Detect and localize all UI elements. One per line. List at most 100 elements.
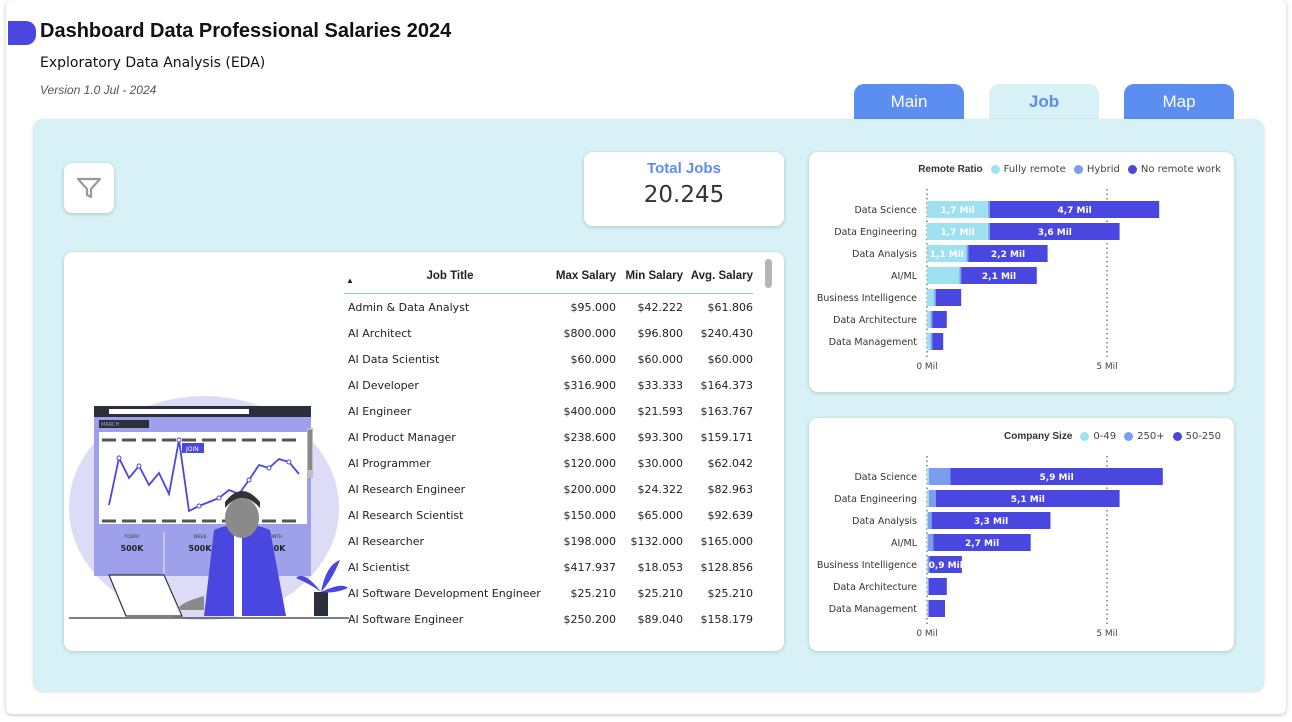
bar-segment xyxy=(934,289,936,306)
category-label: Business Intelligence xyxy=(817,560,917,571)
min-salary-cell: $33.333 xyxy=(637,378,684,392)
data-label: 4,7 Mil xyxy=(1057,206,1091,216)
max-salary-cell: $250.200 xyxy=(563,612,617,626)
table-row[interactable]: AI Developer $316.900 $33.333 $164.373 xyxy=(344,372,753,398)
bar-segment xyxy=(932,333,944,350)
max-salary-cell: $238.600 xyxy=(563,430,617,444)
data-label: 2,2 Mil xyxy=(991,250,1025,260)
avg-salary-cell: $240.430 xyxy=(700,326,754,340)
table-scrollbar[interactable] xyxy=(765,259,772,288)
job-title-cell: Admin & Data Analyst xyxy=(348,300,470,314)
bar-segment xyxy=(930,333,933,350)
category-label: AI/ML xyxy=(891,271,918,282)
title-accent xyxy=(8,21,36,45)
bar-segment xyxy=(927,490,929,507)
remote-ratio-card: Remote Ratio Fully remote Hybrid No remo… xyxy=(809,152,1234,392)
table-row[interactable]: AI Engineer $400.000 $21.593 $163.767 xyxy=(344,398,753,424)
table-row[interactable]: AI Data Scientist $60.000 $60.000 $60.000 xyxy=(344,346,753,372)
category-label: Data Analysis xyxy=(852,249,917,260)
min-salary-header[interactable]: Min Salary xyxy=(616,258,683,294)
salary-table: ▲ Job Title Max Salary Min Salary Avg. S… xyxy=(344,258,753,632)
tab-map[interactable]: Map xyxy=(1124,84,1234,120)
max-salary-cell: $150.000 xyxy=(563,508,617,522)
analyst-illustration: MARCH JOIN TODAY 500K WEEK 500K MONTH 50… xyxy=(69,396,349,620)
bar-segment xyxy=(927,267,960,284)
avg-salary-cell: $164.373 xyxy=(700,378,754,392)
job-title-cell: AI Architect xyxy=(348,326,412,340)
table-row[interactable]: AI Research Scientist $150.000 $65.000 $92.… xyxy=(344,502,753,528)
table-row[interactable]: AI Researcher $198.000 $132.000 $165.000 xyxy=(344,528,753,554)
max-salary-cell: $25.210 xyxy=(570,586,617,600)
job-title-cell: AI Software Development Engineer xyxy=(348,586,541,600)
kpi-value: 20.245 xyxy=(643,182,725,208)
bar-segment xyxy=(927,600,929,617)
table-row[interactable]: AI Programmer $120.000 $30.000 $62.042 xyxy=(344,450,753,476)
max-salary-header[interactable]: Max Salary xyxy=(552,258,616,294)
data-label: 0,9 Mil xyxy=(929,561,963,571)
min-salary-cell: $24.322 xyxy=(637,482,684,496)
filter-button[interactable] xyxy=(64,163,114,213)
table-row[interactable]: AI Architect $800.000 $96.800 $240.430 xyxy=(344,320,753,346)
min-salary-cell: $60.000 xyxy=(637,352,684,366)
table-header-row: ▲ Job Title Max Salary Min Salary Avg. S… xyxy=(344,258,753,294)
table-row[interactable]: Admin & Data Analyst $95.000 $42.222 $61.80… xyxy=(344,294,753,321)
min-salary-cell: $30.000 xyxy=(637,456,684,470)
job-title-cell: AI Product Manager xyxy=(348,430,456,444)
x-tick-label: 0 Mil xyxy=(916,362,937,372)
category-label: Data Science xyxy=(854,472,917,483)
bar-segment xyxy=(927,534,929,551)
avg-salary-cell: $163.767 xyxy=(700,404,754,418)
table-row[interactable]: AI Product Manager $238.600 $93.300 $159.17… xyxy=(344,424,753,450)
max-salary-cell: $417.937 xyxy=(563,560,617,574)
bar-segment xyxy=(927,468,929,485)
bar-segment xyxy=(927,556,928,573)
category-label: Data Science xyxy=(854,205,917,216)
avg-salary-cell: $82.963 xyxy=(707,482,754,496)
min-salary-cell: $132.000 xyxy=(630,534,684,548)
bar-segment xyxy=(927,578,929,595)
min-salary-cell: $65.000 xyxy=(637,508,684,522)
tab-job[interactable]: Job xyxy=(989,84,1099,120)
bar-segment xyxy=(928,468,951,485)
max-salary-cell: $200.000 xyxy=(563,482,617,496)
category-label: Data Architecture xyxy=(833,315,917,326)
point-tag: JOIN xyxy=(185,446,199,453)
avg-salary-cell: $25.210 xyxy=(707,586,754,600)
sort-ascending-icon[interactable]: ▲ xyxy=(346,276,354,285)
job-title-cell: AI Research Engineer xyxy=(348,482,466,496)
bar-segment xyxy=(928,512,932,529)
bar-segment xyxy=(932,311,947,328)
category-label: Data Engineering xyxy=(834,227,917,238)
table-row[interactable]: AI Research Engineer $200.000 $24.322 $82.9… xyxy=(344,476,753,502)
max-salary-cell: $800.000 xyxy=(563,326,617,340)
job-title-header[interactable]: ▲ Job Title xyxy=(344,258,552,294)
bar-segment xyxy=(988,201,990,218)
table-row[interactable]: AI Software Engineer $250.200 $89.040 $158.… xyxy=(344,606,753,632)
avg-salary-cell: $128.856 xyxy=(700,560,754,574)
data-label: 1,7 Mil xyxy=(940,228,974,238)
kpi-label: Total Jobs xyxy=(647,160,721,177)
category-label: AI/ML xyxy=(891,538,918,549)
bar-segment xyxy=(966,245,969,262)
bar-segment xyxy=(928,600,945,617)
tab-main[interactable]: Main xyxy=(854,84,964,120)
table-row[interactable]: AI Software Development Engineer $25.210 $… xyxy=(344,580,753,606)
min-salary-cell: $89.040 xyxy=(637,612,684,626)
bar-segment xyxy=(927,578,928,595)
avg-salary-header[interactable]: Avg. Salary xyxy=(683,258,753,294)
company-size-card: Company Size 0-49 250+ 50-250 0 Mil 5 Mil… xyxy=(809,418,1234,651)
category-label: Data Management xyxy=(829,604,918,615)
job-title-cell: AI Research Scientist xyxy=(348,508,464,522)
max-salary-cell: $95.000 xyxy=(570,300,617,314)
x-tick-label: 5 Mil xyxy=(1096,629,1117,639)
data-label: 1,7 Mil xyxy=(940,206,974,216)
data-label: 1,1 Mil xyxy=(930,250,964,260)
job-title-cell: AI Engineer xyxy=(348,404,412,418)
bar-segment xyxy=(928,534,934,551)
min-salary-cell: $96.800 xyxy=(637,326,684,340)
avg-salary-cell: $165.000 xyxy=(700,534,754,548)
stat-value-week: 500K xyxy=(189,544,213,553)
category-label: Data Architecture xyxy=(833,582,917,593)
table-row[interactable]: AI Scientist $417.937 $18.053 $128.856 xyxy=(344,554,753,580)
avg-salary-cell: $159.171 xyxy=(700,430,754,444)
